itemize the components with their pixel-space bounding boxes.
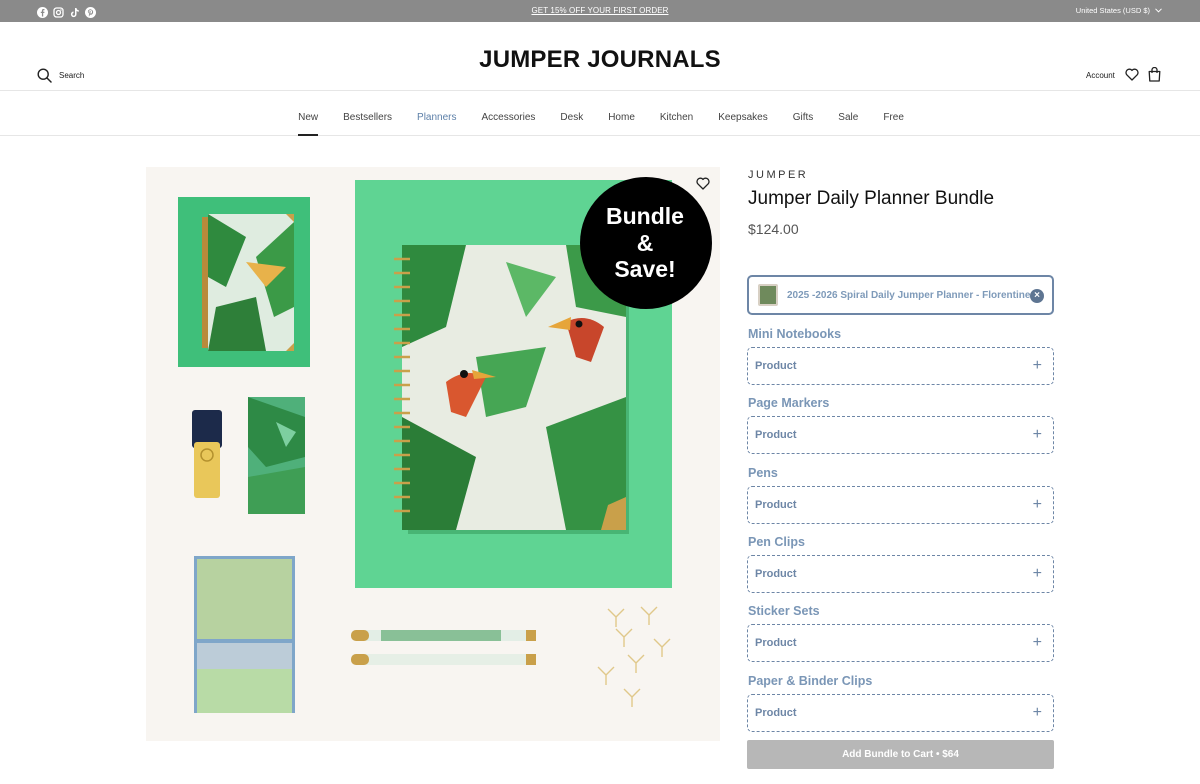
announcement-bar: GET 15% OFF YOUR FIRST ORDER United Stat… xyxy=(0,0,1200,22)
badge-line-2: & xyxy=(637,230,654,256)
chevron-down-icon xyxy=(1155,8,1162,13)
group-label-pens: Pens xyxy=(748,466,778,480)
nav-item-bestsellers[interactable]: Bestsellers xyxy=(343,91,392,136)
nav-item-accessories[interactable]: Accessories xyxy=(482,91,536,136)
slot-sticker-sets[interactable]: Product + xyxy=(747,624,1054,662)
site-logo[interactable]: JUMPER JOURNALS xyxy=(0,46,1200,74)
slot-placeholder: Product xyxy=(755,360,797,372)
bundle-badge: Bundle & Save! xyxy=(580,177,712,309)
plus-icon: + xyxy=(1032,634,1042,651)
cart-button[interactable] xyxy=(1148,66,1161,87)
nav-item-keepsakes[interactable]: Keepsakes xyxy=(718,91,767,136)
nav-item-new[interactable]: New xyxy=(298,91,319,136)
product-photo: Bundle & Save! xyxy=(178,177,712,713)
group-label-page-markers: Page Markers xyxy=(748,396,830,410)
slot-mini-notebooks[interactable]: Product + xyxy=(747,347,1054,385)
product-image[interactable]: Bundle & Save! xyxy=(146,167,720,741)
mini-notebook-image xyxy=(248,397,305,514)
account-link[interactable]: Account xyxy=(1086,71,1115,80)
slot-placeholder: Product xyxy=(755,707,797,719)
nav-item-sale[interactable]: Sale xyxy=(838,91,858,136)
nav-item-free[interactable]: Free xyxy=(883,91,904,136)
main-nav: New Bestsellers Planners Accessories Des… xyxy=(0,91,1200,136)
product-price: $124.00 xyxy=(748,221,799,237)
currency-label: United States (USD $) xyxy=(1075,6,1150,15)
slot-pen-clips[interactable]: Product + xyxy=(747,555,1054,593)
nav-item-planners[interactable]: Planners xyxy=(417,91,456,136)
group-label-paper-binder-clips: Paper & Binder Clips xyxy=(748,674,873,688)
group-label-pen-clips: Pen Clips xyxy=(748,535,805,549)
selected-bundle-item: 2025 -2026 Spiral Daily Jumper Planner -… xyxy=(747,275,1054,315)
mini-planner-image xyxy=(178,197,310,367)
product-title: Jumper Daily Planner Bundle xyxy=(748,188,995,209)
plus-icon: + xyxy=(1032,496,1042,513)
page-markers-image xyxy=(194,556,295,713)
site-header: Search JUMPER JOURNALS Account xyxy=(0,22,1200,91)
slot-placeholder: Product xyxy=(755,568,797,580)
plus-icon: + xyxy=(1032,565,1042,582)
slot-placeholder: Product xyxy=(755,637,797,649)
group-label-mini-notebooks: Mini Notebooks xyxy=(748,327,842,341)
product-brand[interactable]: JUMPER xyxy=(748,169,808,181)
plus-icon: + xyxy=(1032,357,1042,374)
remove-item-button[interactable]: × xyxy=(1030,289,1044,303)
promo-link[interactable]: GET 15% OFF YOUR FIRST ORDER xyxy=(0,6,1200,15)
selected-item-name: 2025 -2026 Spiral Daily Jumper Planner -… xyxy=(787,289,1031,301)
pen-clip-image xyxy=(192,410,222,498)
currency-selector[interactable]: United States (USD $) xyxy=(1076,6,1162,15)
slot-placeholder: Product xyxy=(755,499,797,511)
slot-page-markers[interactable]: Product + xyxy=(747,416,1054,454)
group-label-sticker-sets: Sticker Sets xyxy=(748,604,820,618)
slot-placeholder: Product xyxy=(755,429,797,441)
badge-line-1: Bundle xyxy=(606,203,684,229)
nav-item-desk[interactable]: Desk xyxy=(560,91,583,136)
slot-pens[interactable]: Product + xyxy=(747,486,1054,524)
heart-icon xyxy=(1125,68,1139,81)
shopping-bag-icon xyxy=(1148,66,1161,82)
nav-item-home[interactable]: Home xyxy=(608,91,635,136)
slot-paper-binder-clips[interactable]: Product + xyxy=(747,694,1054,732)
selected-item-thumbnail xyxy=(758,284,778,306)
badge-line-3: Save! xyxy=(614,256,675,282)
add-bundle-to-cart-button[interactable]: Add Bundle to Cart • $64 xyxy=(747,740,1054,769)
paper-clips-image xyxy=(597,606,671,707)
nav-item-gifts[interactable]: Gifts xyxy=(793,91,814,136)
heart-icon xyxy=(696,177,710,190)
image-wishlist-button[interactable] xyxy=(696,177,710,195)
wishlist-button[interactable] xyxy=(1125,68,1139,86)
plus-icon: + xyxy=(1032,426,1042,443)
plus-icon: + xyxy=(1032,704,1042,721)
pens-image xyxy=(351,630,536,665)
nav-item-kitchen[interactable]: Kitchen xyxy=(660,91,693,136)
